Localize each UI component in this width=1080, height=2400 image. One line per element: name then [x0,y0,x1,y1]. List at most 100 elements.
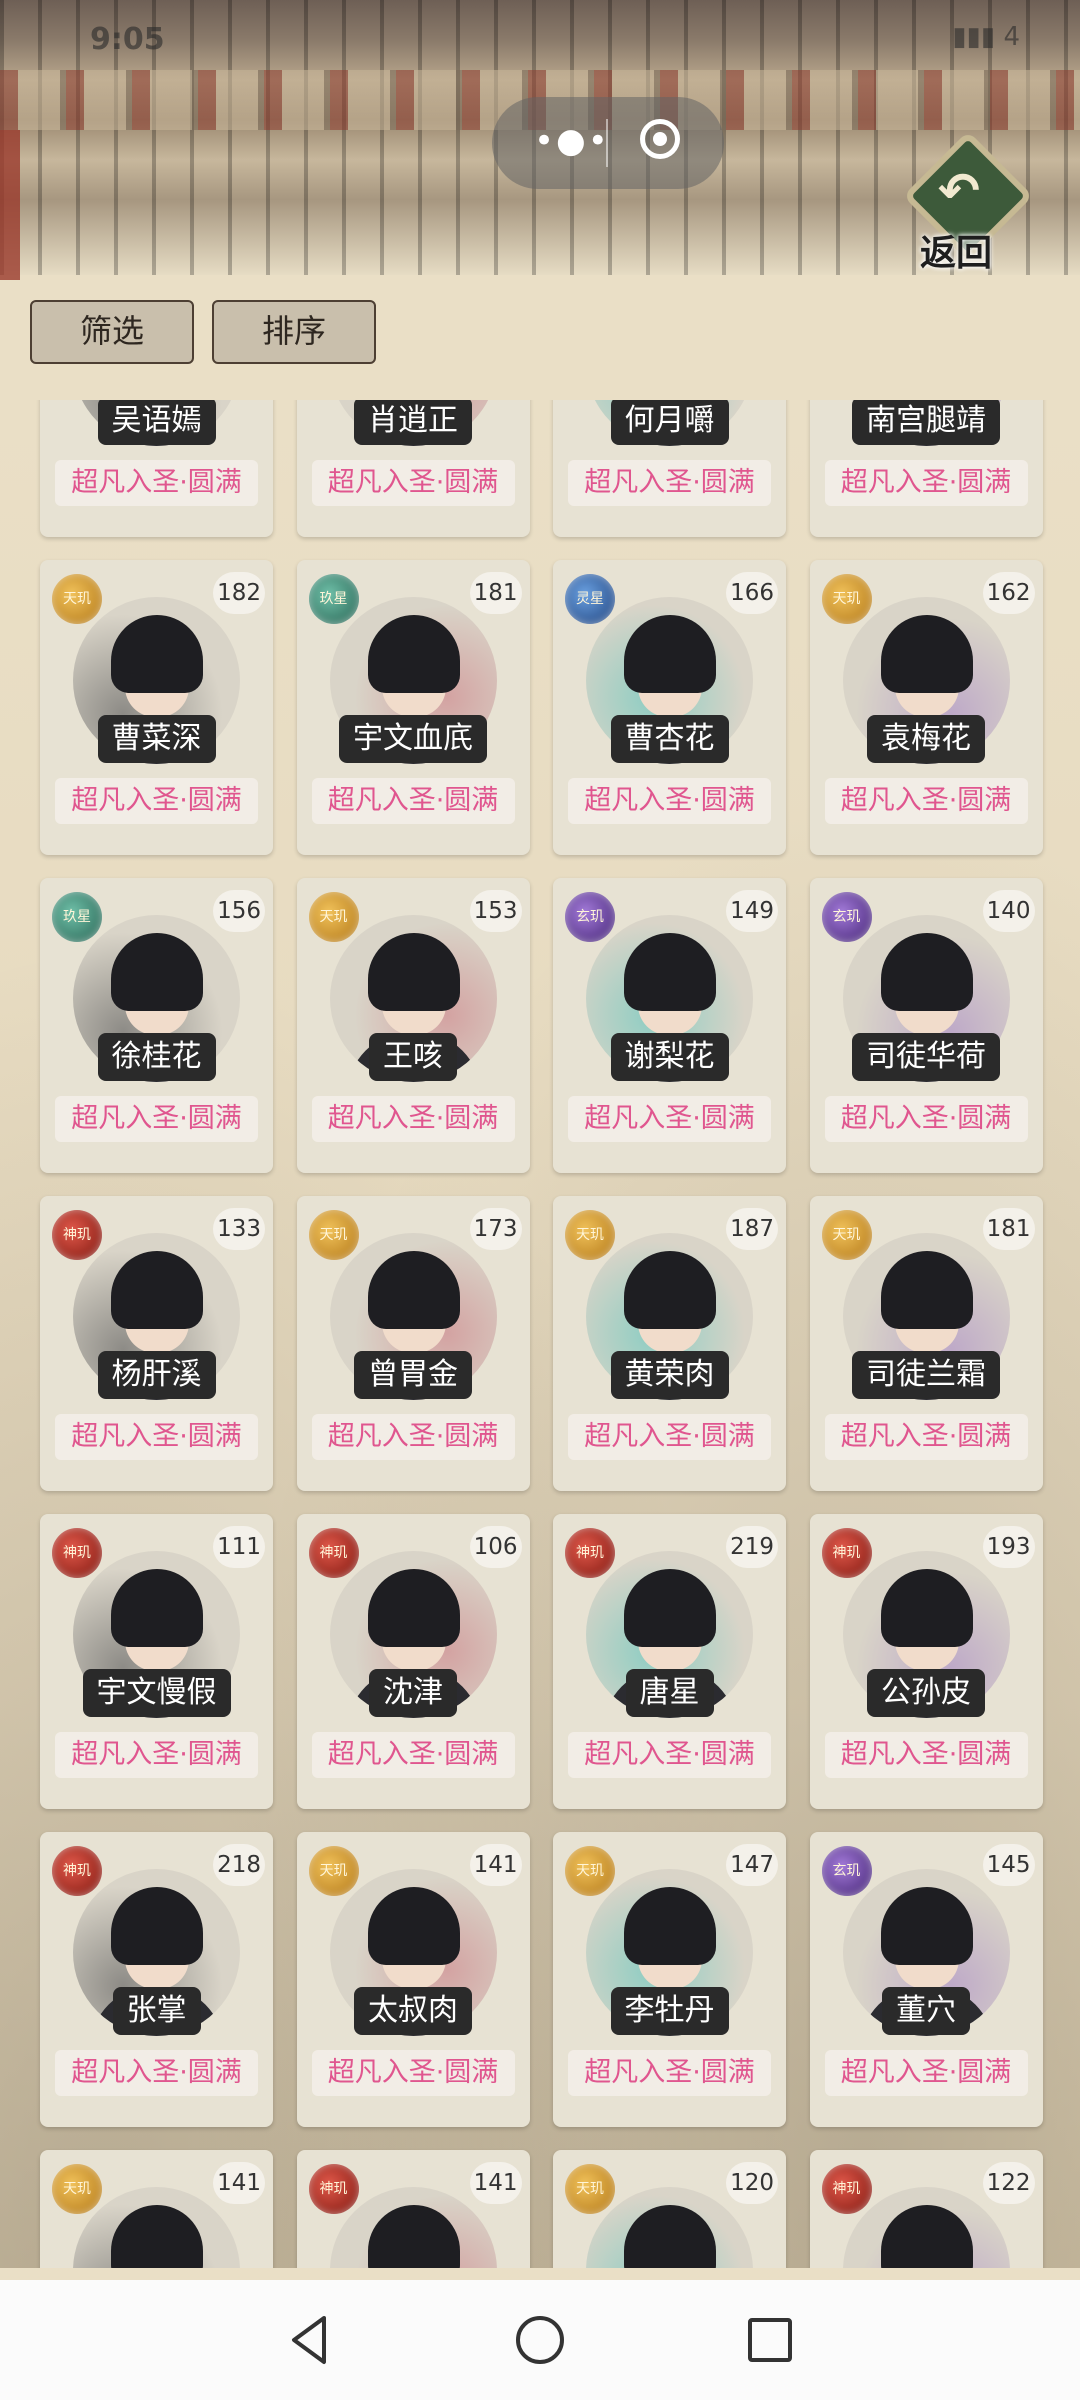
card-count-badge: 187 [726,1208,778,1250]
character-name: 曾胃金 [354,1351,472,1399]
cultivation-rank: 超凡入圣·圆满 [311,2050,515,2096]
character-name: 司徒华荷 [852,1033,1000,1081]
cultivation-rank: 超凡入圣·圆满 [311,1414,515,1460]
character-name: 王咳 [369,1033,457,1081]
character-card[interactable]: 神玑 133 杨肝溪 超凡入圣·圆满 [40,1196,273,1491]
character-name: 南宫腿靖 [852,400,1000,445]
card-count-badge: 120 [726,2162,778,2204]
character-card[interactable]: 天玑 187 黄荣肉 超凡入圣·圆满 [553,1196,786,1491]
element-badge-icon: 天玑 [565,1210,615,1260]
element-badge-icon: 玖星 [308,574,359,624]
character-card[interactable]: 玄玑 140 司徒华荷 超凡入圣·圆满 [809,878,1043,1173]
character-card[interactable]: 玖星 181 宇文血㡳 超凡入圣·圆满 [296,560,530,855]
cultivation-rank: 超凡入圣·圆满 [824,1732,1028,1778]
card-count-badge: 219 [726,1526,778,1568]
cultivation-rank: 超凡入圣·圆满 [311,1732,515,1778]
capsule-divider [606,119,608,167]
character-grid-viewport[interactable]: 吴语嫣 超凡入圣·圆满 肖逍正 超凡入圣·圆满 何月嚼 超凡入圣·圆满 南宫腿靖 超凡入圣·圆… [0,400,1080,2268]
character-card[interactable]: 天玑 120 [553,2150,786,2268]
character-card[interactable]: 天玑 173 曾胃金 超凡入圣·圆满 [296,1196,530,1491]
cultivation-rank: 超凡入圣·圆满 [55,778,258,824]
recents-square-icon[interactable] [740,2310,800,2370]
character-name: 何月嚼 [610,400,729,445]
portrait-hair [367,1569,460,1647]
character-card[interactable]: 天玑 182 曹菜深 超凡入圣·圆满 [40,560,273,855]
element-badge-icon: 天玑 [565,1846,615,1896]
home-circle-icon[interactable] [510,2310,570,2370]
more-icon[interactable]: •●• [534,121,610,161]
character-card[interactable]: 何月嚼 超凡入圣·圆满 [553,400,786,537]
character-card[interactable]: 天玑 141 太叔肉 超凡入圣·圆满 [296,1832,530,2127]
character-card[interactable]: 南宫腿靖超凡入圣·圆满 [809,400,1043,537]
card-count-badge: 141 [213,2162,265,2204]
card-count-badge: 173 [469,1208,522,1250]
cultivation-rank: 超凡入圣·圆满 [824,2050,1028,2096]
character-name: 吴语嫣 [97,400,216,445]
character-card[interactable]: 神玑 141 [296,2150,530,2268]
character-name: 太叔肉 [354,1987,472,2035]
character-card[interactable]: 天玑 181 司徒兰霜 超凡入圣·圆满 [809,1196,1043,1491]
card-count-badge: 111 [213,1526,265,1568]
character-card[interactable]: 天玑 141 [40,2150,273,2268]
character-card[interactable]: 天玑 147 李牡丹 超凡入圣·圆满 [553,1832,786,2127]
card-count-badge: 133 [213,1208,265,1250]
cultivation-rank: 超凡入圣·圆满 [568,1732,771,1778]
character-card[interactable]: 吴语嫣 超凡入圣·圆满 [40,400,273,537]
character-card[interactable]: 灵星 166 曹杏花 超凡入圣·圆满 [553,560,786,855]
character-name: 沈津 [369,1669,457,1717]
element-badge-icon: 天玑 [821,574,872,624]
character-card[interactable]: 神玑 219 唐星超凡入圣·圆满 [553,1514,786,1809]
element-badge-icon: 天玑 [565,2164,615,2214]
character-card[interactable]: 神玑 122 [809,2150,1043,2268]
character-card[interactable]: 天玑 153 王咳 超凡入圣·圆满 [296,878,530,1173]
character-card[interactable]: 玄玑 149 谢梨花 超凡入圣·圆满 [553,878,786,1173]
character-card[interactable]: 天玑 162 袁梅花 超凡入圣·圆满 [809,560,1043,855]
character-card[interactable]: 神玑 193 公孙皮 超凡入圣·圆满 [809,1514,1043,1809]
character-name: 谢梨花 [610,1033,729,1081]
card-count-badge: 149 [726,890,778,932]
back-arrow-icon: ↶ [938,162,980,220]
back-button[interactable]: ↶ 返回 [902,130,1034,274]
element-badge-icon: 天玑 [52,2164,102,2214]
filter-button[interactable]: 筛选 [30,300,194,364]
element-badge-icon: 灵星 [565,574,615,624]
character-card[interactable]: 玄玑 145 董穴 超凡入圣·圆满 [809,1832,1043,2127]
cultivation-rank: 超凡入圣·圆满 [824,460,1028,506]
character-name: 唐星 [625,1669,714,1717]
character-name: 徐桂花 [97,1033,216,1081]
cultivation-rank: 超凡入圣·圆满 [311,460,515,506]
card-count-badge: 162 [982,572,1035,614]
character-card[interactable]: 神玑 218 张掌 超凡入圣·圆满 [40,1832,273,2127]
card-count-badge: 141 [469,2162,522,2204]
element-badge-icon: 玄玑 [565,892,615,942]
cultivation-rank: 超凡入圣·圆满 [824,778,1028,824]
portrait-hair [880,1569,973,1647]
character-name: 曹杏花 [610,715,729,763]
card-count-badge: 182 [213,572,265,614]
cultivation-rank: 超凡入圣·圆满 [55,1732,258,1778]
character-card[interactable]: 肖逍正 超凡入圣·圆满 [296,400,530,537]
portrait-hair [367,615,460,693]
sort-button[interactable]: 排序 [212,300,376,364]
close-miniprogram-icon[interactable] [640,119,680,159]
back-triangle-icon[interactable] [280,2310,340,2370]
element-badge-icon: 神玑 [308,2164,359,2214]
cultivation-rank: 超凡入圣·圆满 [55,2050,258,2096]
character-name: 张掌 [112,1987,201,2035]
card-count-badge: 141 [469,1844,522,1886]
miniprogram-capsule: •●• [492,97,724,189]
character-name: 杨肝溪 [97,1351,216,1399]
cultivation-rank: 超凡入圣·圆满 [568,1414,771,1460]
cultivation-rank: 超凡入圣·圆满 [311,1096,515,1142]
portrait-hair [880,615,973,693]
character-card[interactable]: 神玑 106 沈津 超凡入圣·圆满 [296,1514,530,1809]
element-badge-icon: 神玑 [52,1846,102,1896]
cultivation-rank: 超凡入圣·圆满 [568,2050,771,2096]
character-card[interactable]: 神玑 111 宇文慢假 超凡入圣·圆满 [40,1514,273,1809]
card-count-badge: 106 [469,1526,522,1568]
left-pillar [0,130,20,280]
character-card[interactable]: 玖星 156 徐桂花 超凡入圣·圆满 [40,878,273,1173]
element-badge-icon: 神玑 [52,1528,102,1578]
character-name: 李牡丹 [610,1987,729,2035]
element-badge-icon: 神玑 [565,1528,615,1578]
